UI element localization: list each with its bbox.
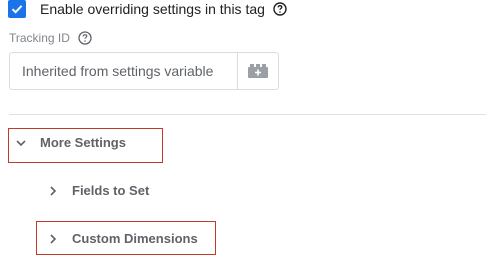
override-settings-row: Enable overriding settings in this tag — [8, 0, 287, 21]
more-settings-label: More Settings — [40, 135, 126, 150]
fields-to-set-toggle[interactable]: Fields to Set — [46, 183, 149, 198]
tracking-id-input[interactable] — [10, 53, 237, 89]
chevron-right-icon — [46, 184, 60, 198]
chevron-right-icon — [46, 232, 60, 246]
tracking-id-label-row: Tracking ID — [9, 31, 92, 45]
fields-to-set-label: Fields to Set — [72, 183, 150, 198]
checkmark-icon — [11, 5, 23, 14]
section-divider — [9, 114, 486, 115]
tracking-id-field — [9, 52, 279, 90]
tracking-id-label: Tracking ID — [9, 31, 70, 45]
override-label: Enable overriding settings in this tag — [40, 1, 265, 17]
override-checkbox[interactable] — [8, 0, 26, 18]
variable-brick-icon — [248, 64, 268, 78]
chevron-down-icon — [14, 136, 28, 150]
custom-dimensions-label: Custom Dimensions — [72, 231, 198, 246]
more-settings-toggle[interactable]: More Settings — [14, 135, 126, 150]
tag-settings-panel: Enable overriding settings in this tag T… — [0, 0, 486, 270]
help-circle-icon[interactable] — [78, 31, 92, 45]
custom-dimensions-toggle[interactable]: Custom Dimensions — [46, 231, 198, 246]
help-circle-icon[interactable] — [273, 2, 287, 16]
variable-picker-button[interactable] — [237, 53, 278, 89]
